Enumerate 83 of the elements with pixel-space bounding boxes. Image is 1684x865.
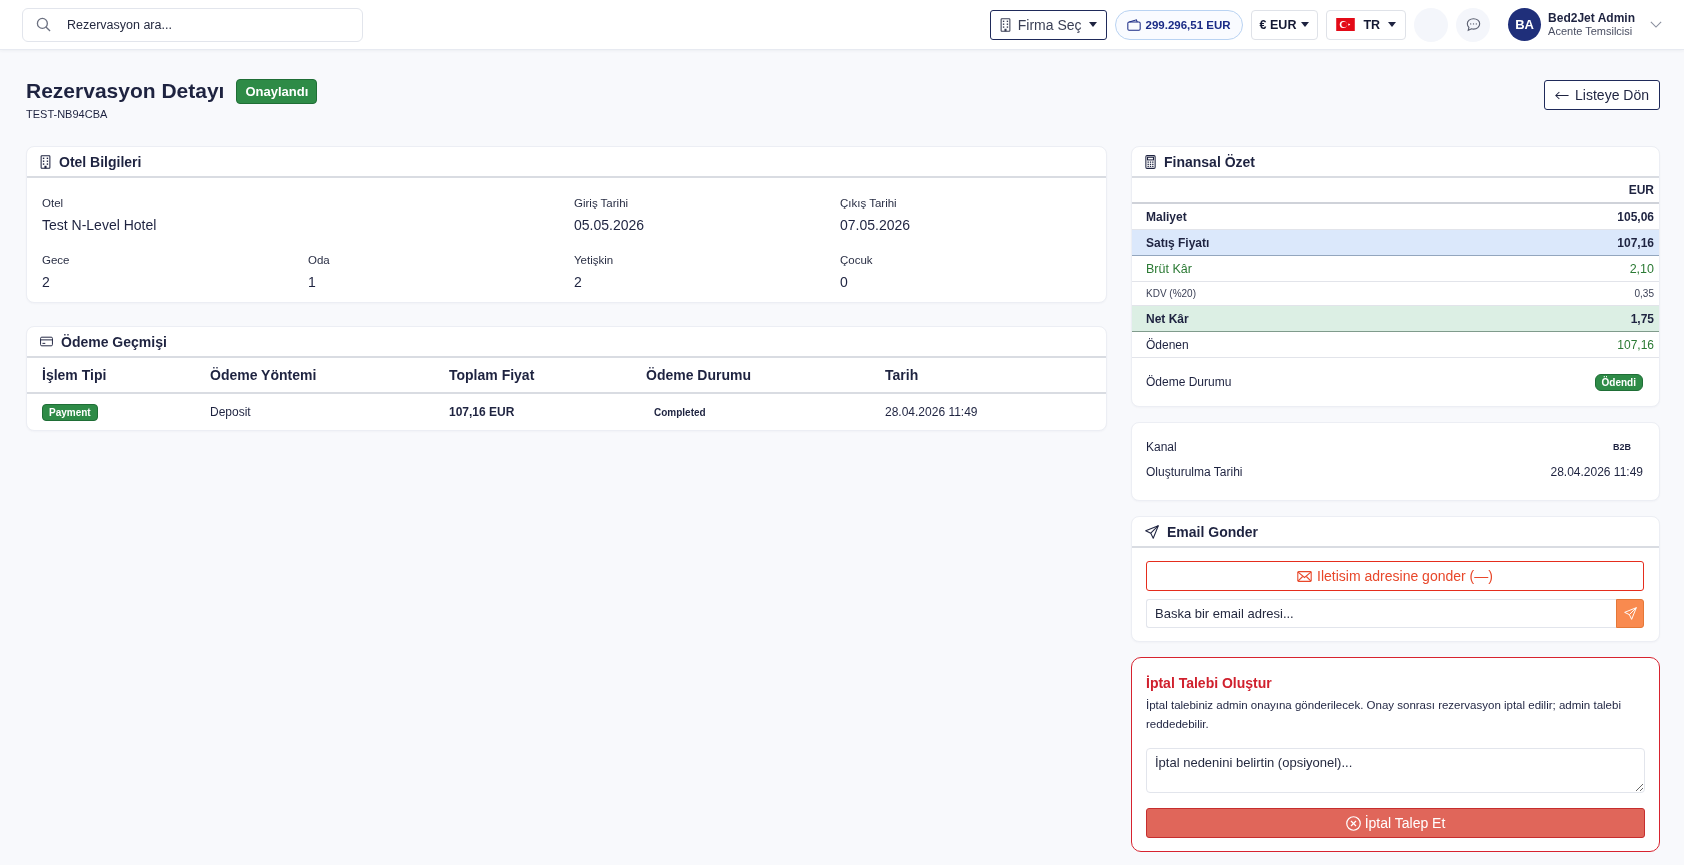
field-value: 2 xyxy=(574,273,583,292)
card-title: Otel Bilgileri xyxy=(59,153,142,170)
row-label: Kanal xyxy=(1146,440,1177,454)
field-value: 05.05.2026 xyxy=(574,216,646,235)
row-label: Net Kâr xyxy=(1146,311,1189,326)
chevron-down-icon[interactable] xyxy=(1650,21,1662,28)
credit-card-icon xyxy=(40,336,53,347)
page-title: Rezervasyon Detayı xyxy=(26,78,225,104)
field-label: Oda xyxy=(308,253,331,268)
table-cell-text: Completed xyxy=(653,406,707,418)
payment-status-badge: Ödendi xyxy=(1594,373,1643,391)
cancel-description: İptal talebiniz admin onayına gönderilecek. Onay sonrası rezervasyon iptal edilir; admin talebi reddedebilir. xyxy=(1146,698,1622,732)
building-icon xyxy=(40,154,51,169)
chat-button[interactable] xyxy=(1456,7,1491,42)
card-title: Email Gonder xyxy=(1167,523,1259,540)
arrow-left-icon xyxy=(1555,90,1570,100)
back-to-list-button[interactable]: Listeye Dön xyxy=(1544,80,1660,110)
row-label: Brüt Kâr xyxy=(1146,261,1192,276)
currency-heading: EUR xyxy=(1628,183,1654,197)
search-icon xyxy=(36,16,51,32)
field-label: Otel xyxy=(42,196,65,211)
search-field[interactable]: Rezervasyon ara... xyxy=(22,7,363,42)
row-label: Oluşturulma Tarihi xyxy=(1146,465,1243,479)
field-label: Giriş Tarihi xyxy=(574,196,630,211)
table-cell-text: Deposit xyxy=(210,405,252,419)
row-value: 105,06 xyxy=(1617,209,1654,224)
field-value: Test N-Level Hotel xyxy=(42,216,158,235)
row-label: Maliyet xyxy=(1146,209,1187,224)
caret-icon xyxy=(1301,22,1310,27)
card-title: Ödeme Geçmişi xyxy=(61,333,167,350)
user-avatar[interactable]: BA xyxy=(1508,8,1542,41)
field-label: Çıkış Tarihi xyxy=(840,196,898,211)
paper-plane-icon xyxy=(1623,607,1637,620)
language-select[interactable]: TR xyxy=(1326,9,1407,40)
paper-plane-icon xyxy=(1145,524,1159,539)
row-value: 107,16 xyxy=(1617,337,1654,352)
user-name: Bed2Jet Admin xyxy=(1548,12,1635,25)
crescent-flag-icon xyxy=(1336,18,1356,31)
envelope-icon xyxy=(1297,570,1313,582)
row-value: 1,75 xyxy=(1630,311,1654,326)
column-header: İşlem Tipi xyxy=(42,367,108,383)
user-role: Acente Temsilcisi xyxy=(1548,25,1634,37)
wallet-icon xyxy=(1126,18,1141,31)
row-label: Ödeme Durumu xyxy=(1146,375,1232,389)
table-cell-text: 107,16 EUR xyxy=(449,405,516,419)
table-cell-text: 28.04.2026 11:49 xyxy=(885,405,979,419)
reservation-code: TEST-NB94CBA xyxy=(26,108,109,120)
company-select[interactable]: Firma Seç xyxy=(989,9,1107,40)
row-value: B2B xyxy=(1613,442,1632,452)
field-label: Gece xyxy=(42,253,71,268)
card-title: İptal Talebi Oluştur xyxy=(1146,674,1273,692)
row-value: 0,35 xyxy=(1634,288,1654,299)
column-header: Ödeme Yöntemi xyxy=(210,367,318,383)
row-value: 107,16 xyxy=(1617,235,1654,250)
caret-icon xyxy=(1088,22,1097,27)
field-label: Çocuk xyxy=(840,253,874,268)
field-label: Yetişkin xyxy=(574,253,615,268)
reason-textarea[interactable]: İptal nedenini belirtin (opsiyonel)... xyxy=(1146,748,1645,793)
calculator-icon xyxy=(1145,154,1156,169)
building-icon xyxy=(999,17,1011,32)
email-input-field[interactable]: Baska bir email adresi... xyxy=(1146,599,1616,628)
field-value: 1 xyxy=(308,273,317,292)
row-label: Satış Fiyatı xyxy=(1146,235,1210,250)
card-title: Finansal Özet xyxy=(1164,153,1256,170)
status-badge: Onaylandı xyxy=(236,78,318,104)
balance-amount: 299.296,51 EUR xyxy=(1145,18,1231,31)
currency-select[interactable]: € EUR xyxy=(1250,9,1319,40)
row-label: Ödenen xyxy=(1146,337,1189,352)
column-header: Ödeme Durumu xyxy=(646,367,752,383)
column-header: Tarih xyxy=(885,367,920,383)
send-to-contact-button[interactable]: Iletisim adresine gonder (—) xyxy=(1146,561,1644,591)
row-value: 2,10 xyxy=(1629,261,1654,276)
row-label: KDV (%20) xyxy=(1146,288,1196,299)
field-value: 07.05.2026 xyxy=(840,216,912,235)
speech-bubble-icon xyxy=(1465,17,1481,32)
payment-type-badge: Payment xyxy=(42,403,98,421)
row-value: 28.04.2026 11:49 xyxy=(1550,465,1643,479)
field-value: 0 xyxy=(840,273,849,292)
x-circle-icon xyxy=(1345,815,1361,831)
caret-icon xyxy=(1388,22,1397,27)
field-value: 2 xyxy=(42,273,51,292)
column-header: Toplam Fiyat xyxy=(449,367,536,383)
send-button[interactable] xyxy=(1616,599,1644,628)
